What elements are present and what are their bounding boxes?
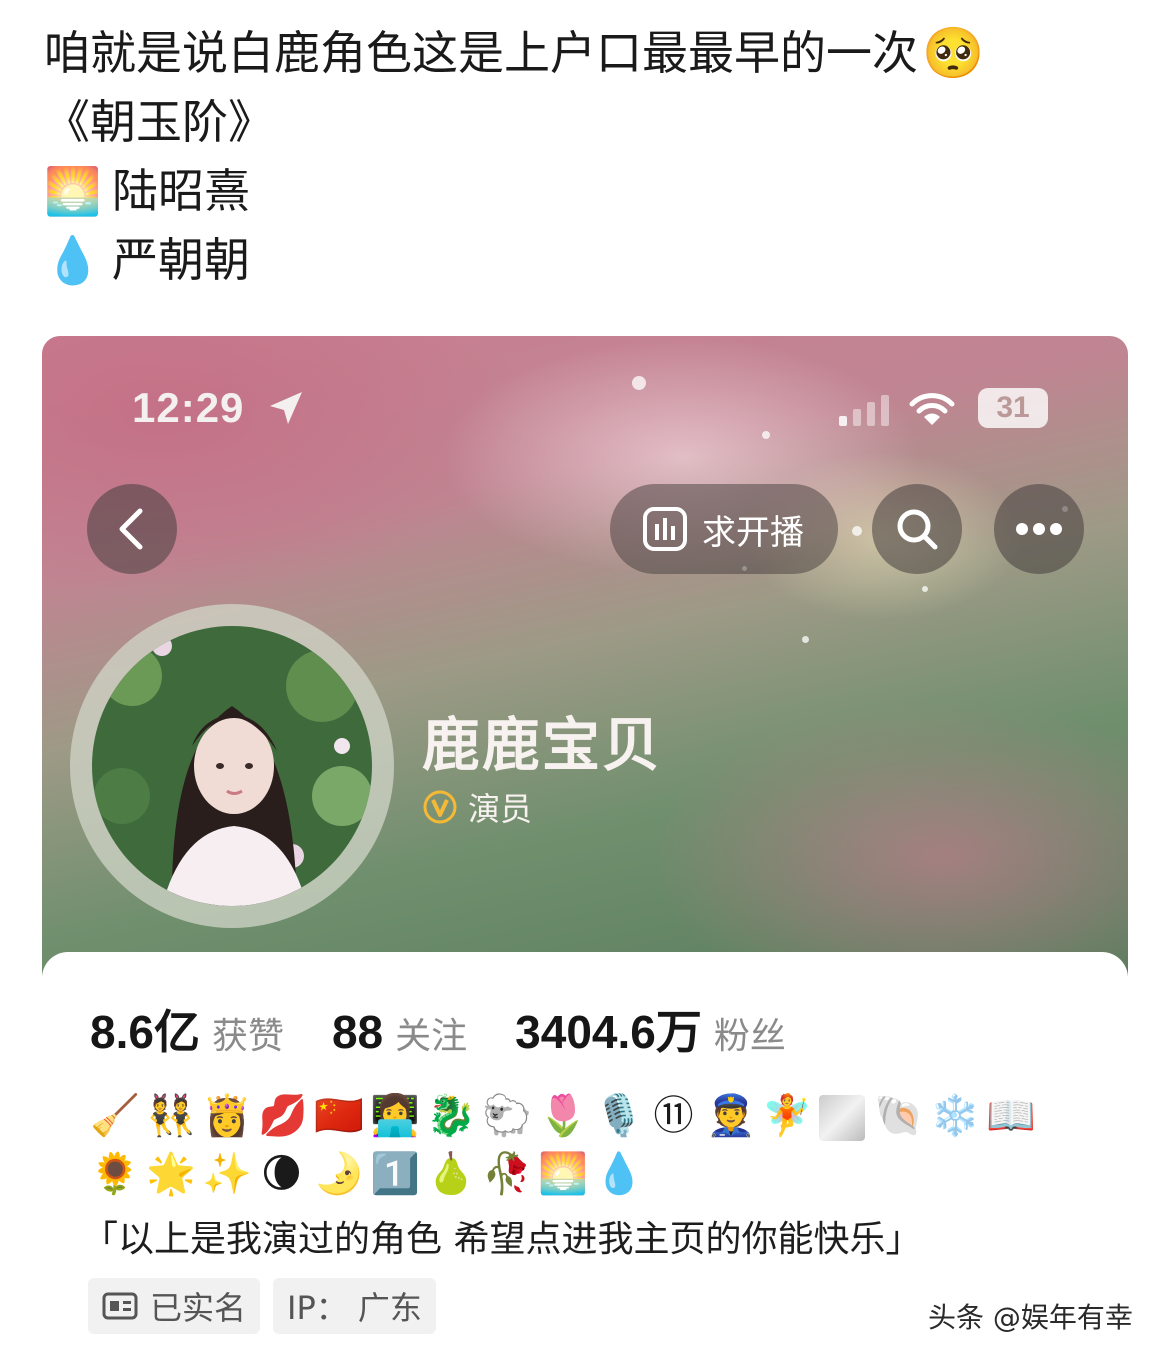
search-button[interactable] [872, 484, 962, 574]
sparkle [852, 526, 862, 536]
sheep-emoji: 🐑 [482, 1093, 532, 1139]
sparkle [762, 431, 770, 439]
followers-label: 粉丝 [713, 1016, 786, 1057]
sunrise-emoji: 🌅 [538, 1151, 588, 1197]
droplet-emoji: 💧 [594, 1151, 644, 1197]
following-label: 关注 [395, 1016, 468, 1057]
drama-title: 《朝玉阶》 [44, 94, 274, 149]
bunny-dancers-emoji: 👯 [146, 1093, 196, 1139]
likes-count[interactable]: 8.6亿 [90, 996, 200, 1062]
status-time: 12:29 [132, 384, 245, 431]
police-officer-emoji: 👮 [706, 1093, 756, 1139]
ellipsis-icon [1016, 523, 1062, 535]
profile-stats: 8.6亿 获赞 88 关注 3404.6万 粉丝 [90, 996, 834, 1062]
snowflake-emoji: ❄️ [930, 1093, 980, 1139]
princess-emoji: 👸 [202, 1093, 252, 1139]
sunrise-emoji: 🌅 [44, 163, 102, 218]
request-live-button[interactable]: 求开播 [610, 484, 838, 574]
cellular-signal-icon [839, 395, 889, 426]
sunflower-emoji: 🌻 [90, 1151, 140, 1197]
id-card-icon [102, 1292, 138, 1320]
bio-emoji-row-2: 🌻 🌟 ✨ 🌘 🌛 1️⃣ 🍐 🥀 🌅 💧 [90, 1148, 644, 1200]
china-flag-emoji: 🇨🇳 [314, 1093, 364, 1139]
verification-badge: 演员 [422, 784, 532, 830]
tulip-emoji: 🌷 [538, 1093, 588, 1139]
real-name-tag[interactable]: 已实名 [88, 1278, 261, 1334]
likes-label: 获赞 [211, 1016, 284, 1057]
dragon-emoji: 🐉 [426, 1093, 476, 1139]
more-options-button[interactable] [994, 484, 1084, 574]
post-line-4: 💧 严朝朝 [44, 225, 1134, 294]
real-name-label: 已实名 [150, 1289, 247, 1327]
pear-emoji: 🍐 [426, 1151, 476, 1197]
followers-count[interactable]: 3404.6万 [515, 996, 702, 1062]
role-name-1: 陆昭熹 [112, 163, 250, 218]
verified-v-icon [423, 790, 457, 824]
avatar-photo [92, 626, 372, 906]
live-chart-icon [643, 507, 687, 551]
role-name-2: 严朝朝 [112, 232, 250, 287]
following-count[interactable]: 88 [332, 1005, 383, 1059]
ip-location-tag: IP： 广东 [273, 1278, 436, 1334]
post-caption: 咱就是说白鹿角色这是上户口最最早的一次 🥺 《朝玉阶》 🌅 陆昭熹 💧 严朝朝 [44, 18, 1134, 294]
chevron-left-icon [119, 508, 143, 550]
battery-indicator: 31 [978, 388, 1048, 428]
profile-nickname: 鹿鹿宝贝 [422, 711, 663, 779]
sparkles-emoji: ✨ [202, 1151, 252, 1197]
waning-moon-emoji: 🌘 [260, 1151, 303, 1197]
wilted-flower-emoji: 🥀 [482, 1151, 532, 1197]
sparkle [802, 636, 809, 643]
broom-emoji: 🧹 [90, 1093, 140, 1139]
profile-screenshot: 12:29 31 求开播 鹿鹿宝贝 演员 8.6亿 获赞 88 关注 3404.… [42, 336, 1128, 1357]
fairy-emoji: 🧚 [762, 1093, 812, 1139]
request-live-label: 求开播 [702, 512, 804, 553]
location-arrow-icon [270, 392, 302, 424]
glowing-star-emoji: 🌟 [146, 1151, 196, 1197]
spiral-shell-emoji: 🐚 [874, 1093, 924, 1139]
verification-label: 演员 [468, 790, 533, 828]
woman-technologist-emoji: 👩‍💻 [370, 1093, 420, 1139]
crescent-moon-face-emoji: 🌛 [314, 1151, 364, 1197]
wifi-icon [909, 393, 955, 425]
pleading-face-emoji: 🥺 [922, 23, 985, 82]
circled-eleven-emoji: ⑪ [653, 1093, 694, 1139]
open-book-emoji: 📖 [986, 1093, 1036, 1139]
post-line-1: 咱就是说白鹿角色这是上户口最最早的一次 🥺 [44, 18, 1134, 87]
sparkle [632, 376, 646, 390]
back-button[interactable] [87, 484, 177, 574]
profile-bio: 「以上是我演过的角色 希望点进我主页的你能快乐」 [82, 1219, 922, 1260]
sparkle [922, 586, 928, 592]
avatar[interactable] [92, 626, 372, 906]
search-icon [897, 509, 938, 550]
microphone-emoji: 🎙️ [594, 1093, 644, 1139]
post-line-1-text: 咱就是说白鹿角色这是上户口最最早的一次 [44, 25, 918, 80]
droplet-emoji: 💧 [44, 232, 102, 287]
keycap-one-emoji: 1️⃣ [370, 1151, 420, 1197]
kiss-mark-emoji: 💋 [258, 1093, 308, 1139]
bio-emoji-row-1: 🧹 👯 👸 💋 🇨🇳 👩‍💻 🐉 🐑 🌷 🎙️ ⑪ 👮 🧚 🐚 ❄️ 📖 [90, 1090, 1036, 1142]
post-line-2: 《朝玉阶》 [44, 87, 1134, 156]
ip-location-label: IP： 广东 [287, 1289, 422, 1327]
fog-emoji [818, 1090, 865, 1142]
source-watermark: 头条 @娱年有幸 [928, 1301, 1133, 1334]
post-line-3: 🌅 陆昭熹 [44, 156, 1134, 225]
